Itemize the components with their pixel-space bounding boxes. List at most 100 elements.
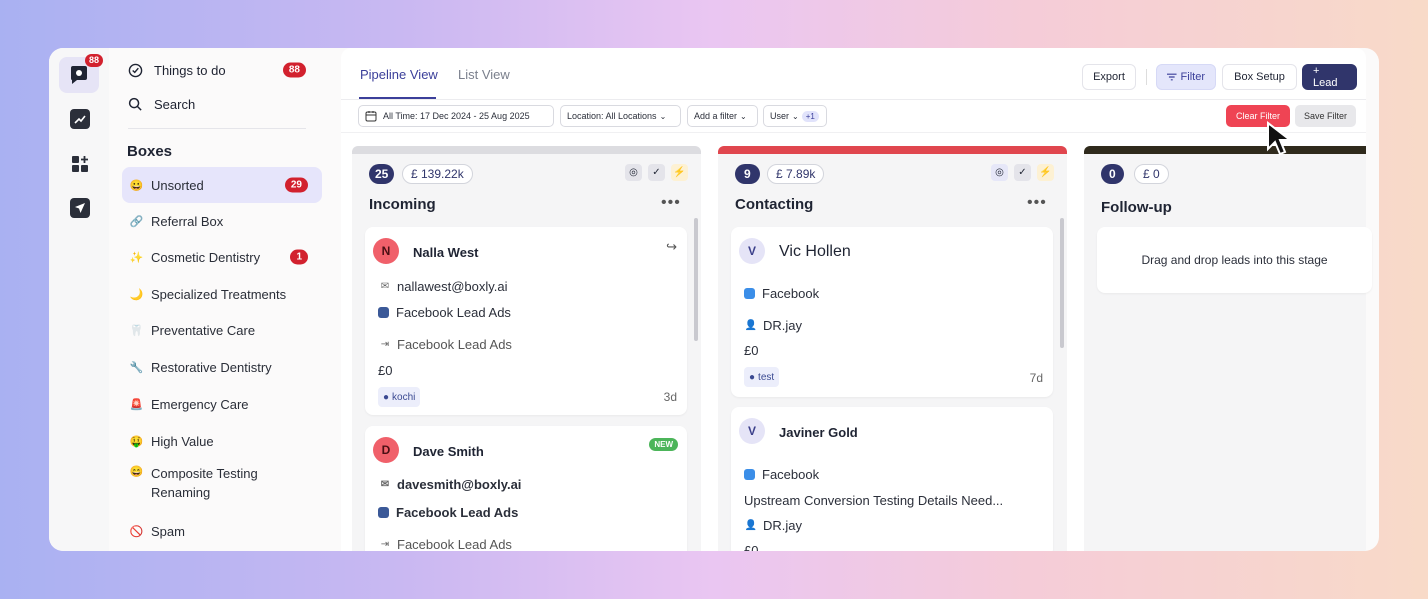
column-amount: £ 7.89k [767, 164, 825, 184]
column-menu-icon[interactable]: ••• [1027, 194, 1047, 212]
lead-name: Javiner Gold [779, 425, 858, 440]
lead-owner-row: 👤 DR.jay [744, 518, 802, 533]
pin-icon: ● [383, 391, 390, 403]
target-icon[interactable]: ◎ [991, 164, 1008, 181]
add-lead-button[interactable]: + Lead [1302, 64, 1357, 90]
lead-source-row: Facebook Lead Ads [378, 505, 518, 520]
sidebar-item-label: Spam [151, 523, 185, 539]
sidebar-item-label: Specialized Treatments [151, 286, 287, 302]
search-item[interactable]: Search [128, 97, 195, 112]
facebook-icon [378, 307, 389, 318]
mail-icon: ✉ [380, 281, 390, 292]
lead-card[interactable]: N Nalla West ↪ ✉ nallawest@boxly.ai Face… [365, 227, 687, 415]
lightning-icon[interactable]: ⚡ [1037, 164, 1054, 181]
lead-owner: DR.jay [763, 318, 803, 333]
things-to-do-count: 88 [282, 62, 306, 78]
sidebar-item-composite-testing-renaming[interactable]: 😄 Composite Testing Renaming [122, 464, 322, 508]
things-to-do-label: Things to do [154, 62, 226, 78]
icon-rail: 88 [49, 48, 109, 551]
forward-icon[interactable]: ↪ [666, 239, 677, 255]
app-logo[interactable]: 88 [59, 54, 103, 93]
sidebar-item-label: Referral Box [151, 213, 224, 229]
pipeline-column-contacting: 9 £ 7.89k ◎ ✓ ⚡ Contacting ••• V Vic Hol… [718, 146, 1067, 551]
column-color-bar [1084, 146, 1366, 154]
column-menu-icon[interactable]: ••• [661, 194, 681, 212]
sidebar-item-icon: 😀 [129, 179, 144, 192]
sidebar-item-unsorted[interactable]: 😀 Unsorted 29 [122, 167, 322, 203]
sidebar-item-restorative-dentistry[interactable]: 🔧 Restorative Dentistry [122, 349, 322, 385]
view-tabs: Pipeline View List View Export Filter Bo… [341, 48, 1366, 100]
check-icon[interactable]: ✓ [648, 164, 665, 181]
location-filter[interactable]: Location: All Locations ⌄ [560, 105, 681, 127]
column-count: 9 [735, 164, 760, 184]
sidebar-item-spam[interactable]: 🚫 Spam [122, 513, 322, 549]
things-to-do[interactable]: Things to do 88 [128, 61, 306, 79]
check-icon[interactable]: ✓ [1014, 164, 1031, 181]
lead-card[interactable]: V Javiner Gold Facebook Upstream Convers… [731, 407, 1053, 551]
column-color-bar [352, 146, 701, 154]
send-icon[interactable] [70, 198, 90, 218]
chevron-down-icon: ⌄ [659, 111, 667, 121]
lead-value: £0 [744, 543, 759, 551]
location-filter-label: Location: All Locations [567, 111, 657, 121]
export-button[interactable]: Export [1082, 64, 1136, 90]
column-count: 25 [369, 164, 395, 184]
filter-icon [1167, 73, 1177, 81]
chevron-down-icon: ⌄ [792, 111, 799, 121]
app-window: 88 Things to do 88 Search Boxes 😀 Unsort… [49, 48, 1379, 551]
sidebar-item-cosmetic-dentistry[interactable]: ✨ Cosmetic Dentistry 1 [122, 239, 322, 275]
column-title: Follow-up [1101, 199, 1172, 216]
column-color-bar [718, 146, 1067, 154]
lead-name: Dave Smith [413, 444, 484, 459]
calendar-icon [365, 111, 377, 122]
sidebar-item-specialized-treatments[interactable]: 🌙 Specialized Treatments [122, 276, 322, 312]
lead-name: Nalla West [413, 245, 479, 260]
add-filter-dropdown[interactable]: Add a filter ⌄ [687, 105, 758, 127]
box-setup-button[interactable]: Box Setup [1222, 64, 1297, 90]
sidebar-item-label: High Value [151, 433, 214, 449]
lead-via: Facebook Lead Ads [397, 337, 512, 352]
user-icon: 👤 [744, 520, 758, 531]
new-badge: NEW [649, 438, 678, 451]
column-scrollbar[interactable] [694, 218, 698, 341]
search-label: Search [154, 97, 196, 112]
facebook-icon [378, 507, 389, 518]
lead-note: Upstream Conversion Testing Details Need… [744, 493, 1004, 508]
user-filter[interactable]: User ⌄ +1 [763, 105, 827, 127]
apps-grid-icon[interactable] [70, 154, 90, 174]
tab-pipeline-view[interactable]: Pipeline View [360, 67, 438, 82]
sidebar-item-icon: 🔧 [129, 361, 144, 374]
lead-source-row: Facebook [744, 286, 819, 301]
sidebar-item-label: Emergency Care [151, 396, 249, 412]
target-icon[interactable]: ◎ [625, 164, 642, 181]
filter-button[interactable]: Filter [1156, 64, 1216, 90]
sidebar-item-emergency-care[interactable]: 🚨 Emergency Care [122, 386, 322, 422]
column-count: 0 [1101, 164, 1124, 184]
date-range-filter[interactable]: All Time: 17 Dec 2024 - 25 Aug 2025 [358, 105, 554, 127]
column-title: Contacting [735, 196, 814, 213]
sidebar-divider [128, 128, 306, 129]
sidebar-item-preventative-care[interactable]: 🦷 Preventative Care [122, 312, 322, 348]
lightning-icon[interactable]: ⚡ [671, 164, 688, 181]
analytics-icon[interactable] [70, 109, 90, 129]
sidebar-item-referral-box[interactable]: 🔗 Referral Box [122, 203, 322, 239]
location-tag-label: test [758, 371, 775, 383]
mail-icon: ✉ [380, 479, 390, 490]
tab-list-view[interactable]: List View [458, 67, 510, 82]
column-scrollbar[interactable] [1060, 218, 1064, 348]
lead-value: £0 [744, 343, 759, 358]
active-tab-indicator [359, 97, 436, 99]
boxes-heading: Boxes [127, 143, 173, 160]
lead-card[interactable]: V Vic Hollen Facebook 👤 DR.jay £0 ● test… [731, 227, 1053, 397]
facebook-icon [744, 288, 755, 299]
sidebar-item-count: 29 [284, 177, 308, 193]
lead-owner-row: 👤 DR.jay [744, 318, 802, 333]
lead-email: davesmith@boxly.ai [397, 477, 522, 492]
lead-owner: DR.jay [763, 518, 803, 533]
save-filter-button[interactable]: Save Filter [1295, 105, 1356, 127]
sidebar-item-high-value[interactable]: 🤑 High Value [122, 423, 322, 459]
lead-via: Facebook Lead Ads [397, 537, 512, 551]
avatar: V [739, 418, 765, 444]
lead-card[interactable]: D Dave Smith NEW ✉ davesmith@boxly.ai Fa… [365, 426, 687, 551]
empty-stage-dropzone[interactable]: Drag and drop leads into this stage [1097, 227, 1372, 293]
